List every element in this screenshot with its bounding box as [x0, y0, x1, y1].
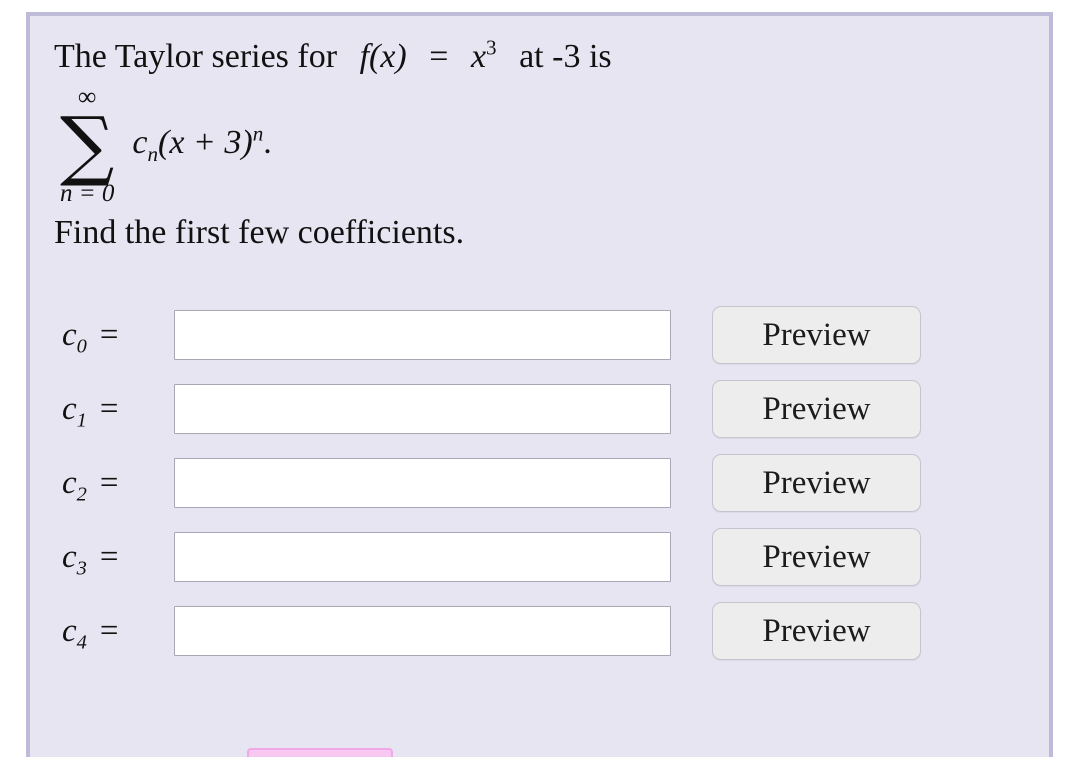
sigma-icon: ∑ — [60, 99, 115, 189]
coefficient-label-c3: c3 = — [54, 538, 174, 580]
coefficient-symbol: c — [62, 612, 77, 649]
function-symbol-f: f — [359, 38, 370, 75]
coefficient-label-c2: c2 = — [54, 464, 174, 506]
coefficient-answer-list: c0 = Preview c1 = Preview c2 = Preview c… — [54, 298, 1025, 668]
summation-period: . — [263, 124, 272, 162]
coefficient-row: c2 = Preview — [54, 446, 1025, 520]
coefficient-label-c0: c0 = — [54, 316, 174, 358]
function-body-exponent: 3 — [486, 35, 497, 60]
coefficient-label-c1: c1 = — [54, 390, 174, 432]
summation-lower-limit: n = 0 — [60, 180, 115, 208]
coefficient-equals-sign: = — [99, 316, 119, 353]
coefficient-subscript: 4 — [76, 631, 87, 654]
problem-instruction: Find the first few coefficients. — [54, 214, 465, 252]
function-body-base: x — [470, 38, 487, 75]
coefficient-symbol: c — [62, 538, 77, 575]
coefficient-row: c4 = Preview — [54, 594, 1025, 668]
summation-expression: ∞ ∑ n = 0 cn(x + 3)n. — [54, 80, 1025, 212]
coefficient-symbol: c — [62, 390, 77, 427]
coefficient-subscript: 1 — [76, 409, 87, 432]
problem-panel: The Taylor series for f(x) = x3 at -3 is… — [26, 12, 1053, 757]
coefficient-equals-sign: = — [99, 390, 119, 427]
coefficient-symbol: c — [62, 464, 77, 501]
summation-term: cn(x + 3)n. — [132, 121, 272, 164]
summation-coefficient-subscript: n — [147, 141, 159, 166]
summation-binomial: (x + 3) — [158, 124, 253, 162]
coefficient-input-c4[interactable] — [174, 606, 671, 657]
function-argument: (x) — [369, 38, 407, 75]
coefficient-subscript: 0 — [76, 335, 87, 358]
coefficient-equals-sign: = — [99, 464, 119, 501]
coefficient-equals-sign: = — [99, 538, 119, 575]
coefficient-label-c4: c4 = — [54, 612, 174, 654]
expansion-point-text: at -3 is — [519, 38, 612, 75]
coefficient-subscript: 2 — [76, 483, 87, 506]
sigma-operator-group: ∞ ∑ n = 0 — [60, 82, 115, 209]
preview-button-c3[interactable]: Preview — [712, 528, 921, 587]
coefficient-symbol: c — [62, 316, 77, 353]
coefficient-row: c3 = Preview — [54, 520, 1025, 594]
coefficient-input-c0[interactable] — [174, 310, 671, 361]
coefficient-equals-sign: = — [99, 612, 119, 649]
summation-coefficient-symbol: c — [132, 124, 148, 162]
preview-button-c4[interactable]: Preview — [712, 602, 921, 661]
coefficient-input-c3[interactable] — [174, 532, 671, 583]
coefficient-input-c1[interactable] — [174, 384, 671, 435]
equals-sign: = — [429, 38, 449, 75]
preview-button-c0[interactable]: Preview — [712, 306, 921, 365]
statement-intro-text: The Taylor series for — [54, 38, 338, 75]
coefficient-input-c2[interactable] — [174, 458, 671, 509]
problem-content: The Taylor series for f(x) = x3 at -3 is… — [30, 16, 1049, 757]
coefficient-subscript: 3 — [76, 557, 87, 580]
problem-statement-line-1: The Taylor series for f(x) = x3 at -3 is — [54, 35, 1025, 76]
preview-button-c2[interactable]: Preview — [712, 454, 921, 513]
summation-binomial-exponent: n — [252, 121, 264, 146]
preview-button-c1[interactable]: Preview — [712, 380, 921, 439]
submit-button-clipped[interactable] — [247, 748, 393, 757]
coefficient-row: c0 = Preview — [54, 298, 1025, 372]
coefficient-row: c1 = Preview — [54, 372, 1025, 446]
